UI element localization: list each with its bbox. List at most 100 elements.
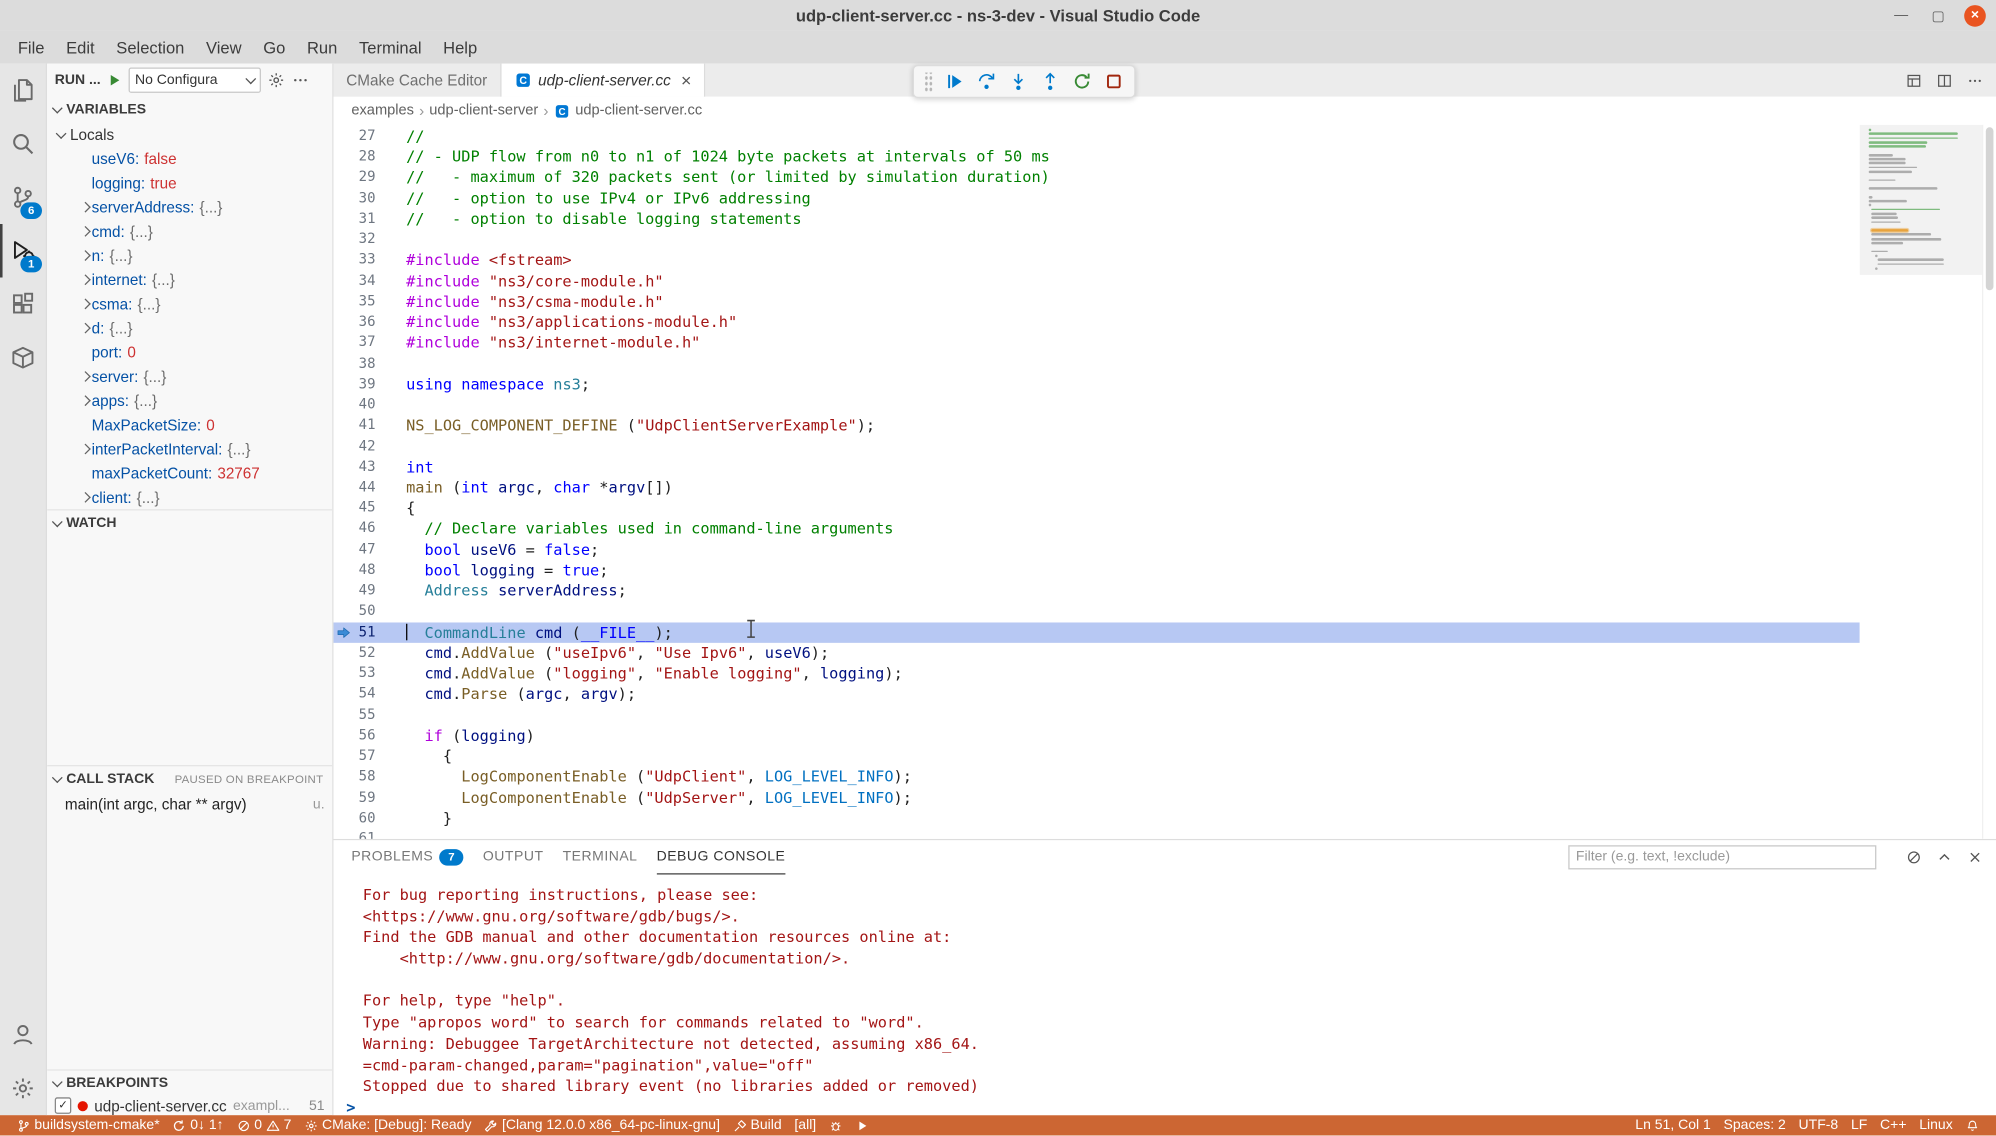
- code-line[interactable]: 45{: [334, 498, 1860, 519]
- line-number[interactable]: 58: [334, 767, 376, 788]
- line-number[interactable]: 49: [334, 581, 376, 602]
- statusbar-cmake-kit[interactable]: [Clang 12.0.0 x86_64-pc-linux-gnu]: [478, 1115, 727, 1135]
- activity-bar-item-search[interactable]: [0, 117, 46, 170]
- start-debugging-icon[interactable]: [107, 73, 122, 88]
- code-line[interactable]: 36#include "ns3/applications-module.h": [334, 312, 1860, 333]
- code-line[interactable]: 39using namespace ns3;: [334, 374, 1860, 395]
- line-number[interactable]: 42: [334, 436, 376, 457]
- line-number[interactable]: 33: [334, 250, 376, 271]
- line-number[interactable]: 48: [334, 560, 376, 581]
- code-line[interactable]: 48 bool logging = true;: [334, 560, 1860, 581]
- line-number[interactable]: 54: [334, 684, 376, 705]
- code-line[interactable]: 28// - UDP flow from n0 to n1 of 1024 by…: [334, 147, 1860, 168]
- line-number[interactable]: 47: [334, 539, 376, 560]
- code-line[interactable]: 27//: [334, 126, 1860, 147]
- step-into-button[interactable]: [1008, 71, 1028, 91]
- statusbar-encoding[interactable]: UTF-8: [1792, 1115, 1844, 1135]
- code-line[interactable]: 52 cmd.AddValue ("useIpv6", "Use Ipv6", …: [334, 643, 1860, 664]
- variable-row[interactable]: logging:true: [47, 171, 332, 195]
- code-line[interactable]: 32: [334, 229, 1860, 250]
- line-number[interactable]: 43: [334, 457, 376, 478]
- statusbar-language[interactable]: C++: [1874, 1115, 1913, 1135]
- variable-row[interactable]: maxPacketCount:32767: [47, 461, 332, 485]
- code-line[interactable]: 49 Address serverAddress;: [334, 581, 1860, 602]
- breakpoints-section-header[interactable]: BREAKPOINTS: [47, 1069, 332, 1096]
- tab-udp-client-server-cc[interactable]: Cudp-client-server.cc×: [501, 64, 705, 97]
- code-line[interactable]: 60 }: [334, 808, 1860, 829]
- line-number[interactable]: 36: [334, 312, 376, 333]
- variable-row[interactable]: port:0: [47, 340, 332, 364]
- activity-bar-item-run-and-debug[interactable]: 1: [0, 224, 46, 277]
- line-number[interactable]: 46: [334, 519, 376, 540]
- menu-go[interactable]: Go: [253, 34, 295, 61]
- statusbar-launch-target[interactable]: [849, 1115, 876, 1135]
- activity-bar-item-explorer[interactable]: [0, 64, 46, 117]
- console-input-row[interactable]: >: [346, 1097, 1996, 1115]
- line-number[interactable]: 53: [334, 663, 376, 684]
- line-number[interactable]: 55: [334, 705, 376, 726]
- line-number[interactable]: 57: [334, 746, 376, 767]
- accounts-button[interactable]: [0, 1008, 46, 1061]
- line-number[interactable]: 27: [334, 126, 376, 147]
- statusbar-build-target[interactable]: [all]: [788, 1115, 823, 1135]
- scope-row-locals[interactable]: Locals: [47, 122, 332, 146]
- line-number[interactable]: 40: [334, 395, 376, 416]
- breadcrumb-item[interactable]: examples: [351, 103, 414, 118]
- variable-row[interactable]: useV6:false: [47, 146, 332, 170]
- close-panel-icon[interactable]: [1967, 848, 1984, 865]
- call-stack-section-header[interactable]: CALL STACK PAUSED ON BREAKPOINT: [47, 765, 332, 792]
- variable-row[interactable]: d:{...}: [47, 316, 332, 340]
- statusbar-cursor-position[interactable]: Ln 51, Col 1: [1629, 1115, 1717, 1135]
- breadcrumb-item[interactable]: udp-client-server.cc: [575, 103, 702, 118]
- line-number[interactable]: 52: [334, 643, 376, 664]
- code-line[interactable]: 42: [334, 436, 1860, 457]
- code-line[interactable]: 41NS_LOG_COMPONENT_DEFINE ("UdpClientSer…: [334, 415, 1860, 436]
- statusbar-sync[interactable]: 0↓ 1↑: [166, 1115, 230, 1135]
- code-line[interactable]: 31// - option to disable logging stateme…: [334, 209, 1860, 230]
- menu-selection[interactable]: Selection: [106, 34, 194, 61]
- activity-bar-item-cmake[interactable]: [0, 331, 46, 384]
- menu-help[interactable]: Help: [433, 34, 487, 61]
- stack-frame-row[interactable]: main(int argc, char ** argv) u.: [47, 792, 332, 816]
- scrollbar-thumb[interactable]: [1986, 127, 1994, 290]
- line-number[interactable]: 59: [334, 787, 376, 808]
- breakpoint-checkbox[interactable]: ✓: [55, 1097, 72, 1114]
- line-number[interactable]: 39: [334, 374, 376, 395]
- line-number[interactable]: 31: [334, 209, 376, 230]
- panel-tab-debug-console[interactable]: DEBUG CONSOLE: [657, 840, 786, 874]
- code-line[interactable]: 58 LogComponentEnable ("UdpClient", LOG_…: [334, 767, 1860, 788]
- variable-row[interactable]: MaxPacketSize:0: [47, 412, 332, 436]
- statusbar-eol[interactable]: LF: [1845, 1115, 1874, 1135]
- menu-terminal[interactable]: Terminal: [349, 34, 432, 61]
- code-line[interactable]: 40: [334, 395, 1860, 416]
- line-number[interactable]: 44: [334, 477, 376, 498]
- stop-button[interactable]: [1104, 71, 1124, 91]
- code-line[interactable]: 47 bool useV6 = false;: [334, 539, 1860, 560]
- code-line[interactable]: 54 cmd.Parse (argc, argv);: [334, 684, 1860, 705]
- statusbar-debug-target[interactable]: [823, 1115, 850, 1135]
- code-line[interactable]: 44main (int argc, char *argv[]): [334, 477, 1860, 498]
- code-line[interactable]: 38: [334, 353, 1860, 374]
- maximize-button[interactable]: ▢: [1927, 4, 1949, 26]
- code-line[interactable]: 35#include "ns3/csma-module.h": [334, 291, 1860, 312]
- code-line[interactable]: 50: [334, 601, 1860, 622]
- menu-edit[interactable]: Edit: [56, 34, 105, 61]
- line-number[interactable]: 37: [334, 333, 376, 354]
- code-line[interactable]: 34#include "ns3/core-module.h": [334, 271, 1860, 292]
- code-line[interactable]: 51 CommandLine cmd (__FILE__);: [334, 622, 1860, 643]
- code-line[interactable]: 29// - maximum of 320 packets sent (or l…: [334, 167, 1860, 188]
- panel-tab-problems[interactable]: PROBLEMS7: [351, 840, 463, 874]
- statusbar-notifications[interactable]: [1959, 1115, 1986, 1135]
- editor-scrollbar[interactable]: [1982, 125, 1996, 839]
- line-number[interactable]: 38: [334, 353, 376, 374]
- line-number[interactable]: 45: [334, 498, 376, 519]
- debug-configuration-dropdown[interactable]: No Configura: [129, 67, 261, 92]
- statusbar-problems[interactable]: 07: [230, 1115, 298, 1135]
- line-number[interactable]: 28: [334, 147, 376, 168]
- close-tab-icon[interactable]: ×: [681, 70, 691, 90]
- activity-bar-item-source-control[interactable]: 6: [0, 171, 46, 224]
- breakpoint-row[interactable]: ✓ udp-client-server.cc exampl... 51: [47, 1096, 332, 1115]
- clear-console-icon[interactable]: [1906, 848, 1923, 865]
- step-over-button[interactable]: [976, 71, 996, 91]
- line-number[interactable]: 50: [334, 601, 376, 622]
